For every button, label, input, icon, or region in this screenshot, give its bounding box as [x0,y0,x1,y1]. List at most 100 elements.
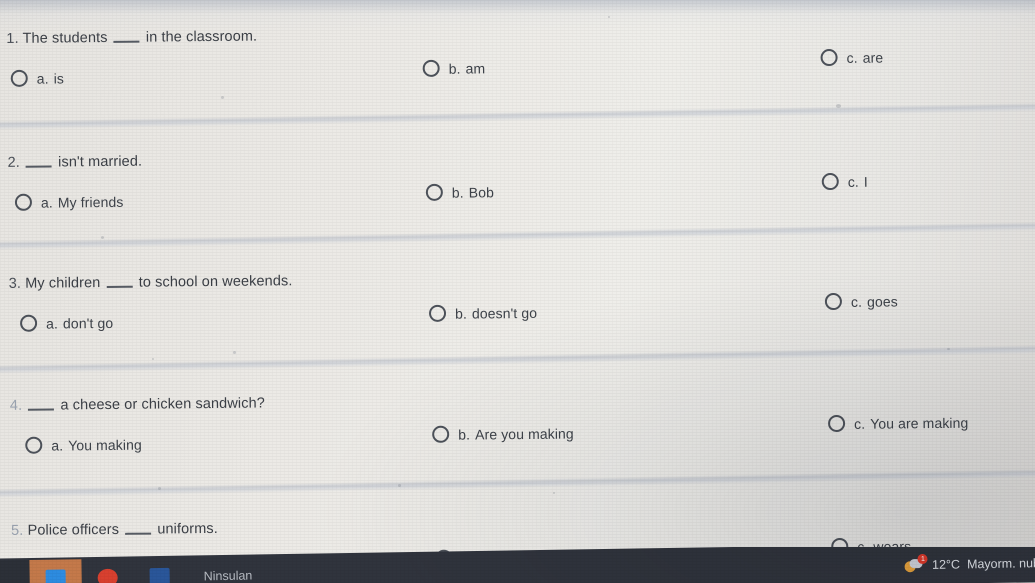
option-letter-3b: b. [454,305,467,322]
question-prefix-1: The students [22,29,108,47]
option-label-2b: b. Bob [452,184,494,200]
option-3a[interactable]: a. don't go [20,314,113,332]
weather-condition: Mayorm. nublado [966,555,1035,572]
question-suffix-1: in the classroom. [145,28,258,46]
option-3c[interactable]: c. goes [824,292,898,311]
option-letter-4b: b. [458,426,471,443]
option-letter-1b: b. [448,60,461,77]
quiz-sheet: 1. The students in the classroom. a. is b… [0,0,1035,583]
question-text-4: 4. a cheese or chicken sandwich? [10,395,265,413]
option-label-4b: b. Are you making [458,425,574,442]
option-label-1c: c. are [847,49,884,65]
radio-icon-3b[interactable] [428,304,447,322]
question-blank-1 [113,40,140,43]
option-text-4c: You are making [870,414,969,432]
question-suffix-2: isn't married. [58,153,143,171]
radio-icon-4a[interactable] [25,436,43,454]
option-letter-3a: a. [46,314,59,332]
taskbar-app-name[interactable]: Ninsulan [204,569,253,583]
dust-speck [608,16,610,18]
question-suffix-5: uniforms. [157,520,218,538]
question-suffix-3: to school on weekends. [138,273,293,291]
radio-icon-3a[interactable] [20,314,38,332]
question-text-2: 2. isn't married. [7,154,142,171]
option-4b[interactable]: b. Are you making [432,425,574,443]
radio-icon-2c[interactable] [821,172,839,191]
dust-speck [947,348,950,350]
windows-taskbar[interactable]: Ninsulan 1 12°C Mayorm. nublado [0,547,1035,583]
question-number-4: 4. [9,397,23,414]
question-blank-3 [106,285,133,288]
taskbar-button-opera[interactable] [81,558,134,583]
question-text-1: 1. The students in the classroom. [6,29,257,47]
option-1b[interactable]: b. am [422,59,486,77]
option-4a[interactable]: a. You making [25,436,142,454]
taskbar-region: Ninsulan 1 12°C Mayorm. nublado [0,547,1035,583]
option-label-1a: a. is [37,70,64,86]
option-label-1b: b. am [449,60,486,76]
option-letter-3c: c. [850,293,863,310]
option-label-3c: c. goes [851,293,898,309]
question-text-5: 5. Police officers uniforms. [11,521,218,539]
radio-icon-4c[interactable] [828,414,846,433]
question-number-5: 5. [11,522,24,539]
option-letter-2a: a. [40,194,53,211]
option-text-3c: goes [866,292,898,310]
dust-speck [233,351,236,354]
question-suffix-4: a cheese or chicken sandwich? [60,395,265,414]
option-2a[interactable]: a. My friends [14,193,124,211]
question-block-2: 2. isn't married. a. My friends b. Bob c… [1,140,1035,211]
option-4c[interactable]: c. You are making [828,414,968,433]
radio-icon-4b[interactable] [432,425,450,443]
question-text-3: 3. My children to school on weekends. [9,273,293,292]
option-letter-2b: b. [451,184,464,201]
option-label-3b: b. doesn't go [455,304,537,321]
option-letter-1a: a. [36,70,49,87]
explorer-icon [45,569,66,583]
radio-icon-1c[interactable] [820,48,838,67]
options-row-1: a. is b. am c. are [1,48,1035,110]
question-number-3: 3. [8,275,22,292]
option-label-2c: c. I [848,173,868,189]
radio-icon-3c[interactable] [824,292,843,311]
option-1a[interactable]: a. is [10,69,64,87]
weather-icon: 1 [905,553,929,573]
taskbar-system-tray[interactable]: 1 12°C Mayorm. nublado [905,553,1035,574]
option-text-2c: I [863,173,868,190]
option-text-2a: My friends [57,193,124,210]
option-letter-4a: a. [51,436,64,454]
dust-speck [221,96,224,99]
dust-speck [398,484,401,487]
radio-icon-2b[interactable] [425,183,443,201]
option-1c[interactable]: c. are [820,48,884,67]
option-label-4c: c. You are making [854,414,968,431]
taskbar-start-area[interactable] [0,560,30,583]
taskbar-button-explorer[interactable] [29,559,82,583]
option-letter-2c: c. [847,173,859,190]
radio-icon-1a[interactable] [10,69,28,87]
option-text-4b: Are you making [475,425,574,442]
radio-icon-2a[interactable] [14,193,33,211]
option-letter-1c: c. [846,49,858,66]
dust-speck [152,358,154,360]
notification-badge: 1 [917,553,929,565]
option-2b[interactable]: b. Bob [425,183,494,201]
dust-speck [158,487,161,490]
option-text-1b: am [465,59,486,77]
question-block-4: 4. a cheese or chicken sandwich? a. You m… [4,383,1035,454]
question-blank-4 [28,408,55,411]
option-3b[interactable]: b. doesn't go [428,304,537,322]
taskbar-button-word[interactable] [133,558,186,583]
dust-speck [101,236,104,239]
question-block-1: 1. The students in the classroom. a. is b… [0,16,1035,87]
opera-icon [97,568,118,583]
radio-icon-1b[interactable] [422,59,440,77]
question-block-3: 3. My children to school on weekends. a.… [3,261,1035,332]
quiz-screenshot-photo: 1. The students in the classroom. a. is b… [0,0,1035,583]
question-blank-5 [125,532,152,535]
option-2c[interactable]: c. I [821,172,868,191]
option-text-2b: Bob [468,183,495,201]
option-text-3b: doesn't go [471,304,538,321]
question-prefix-3: My children [25,275,101,292]
question-block-5: 5. Police officers uniforms. a.wearing b… [5,508,1035,579]
